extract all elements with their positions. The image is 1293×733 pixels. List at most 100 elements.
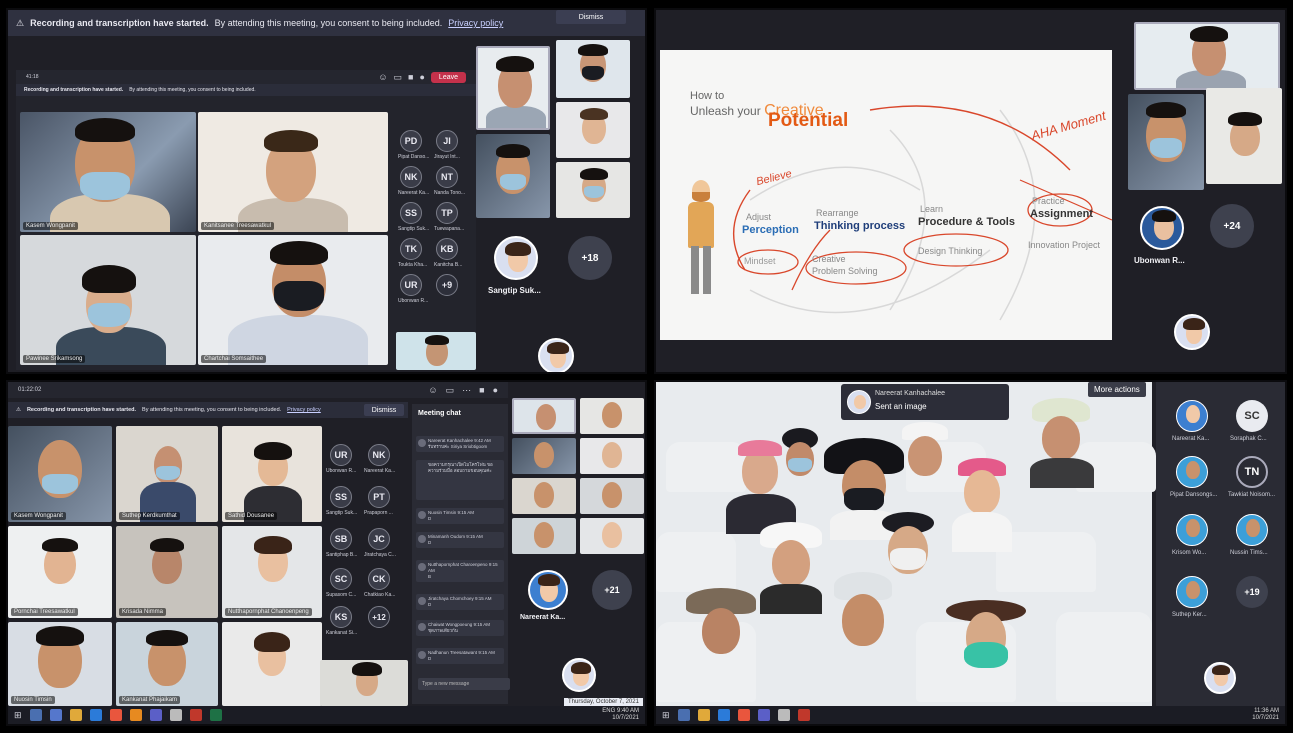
video-tile[interactable]: Kasem Wongpanit	[8, 426, 112, 522]
video-tile[interactable]: Kankanat Phajaikam	[116, 622, 218, 706]
overflow-participants-button[interactable]: +19	[1236, 576, 1268, 608]
participant-avatar[interactable]: NT	[436, 166, 458, 188]
participant-avatar[interactable]: TP	[436, 202, 458, 224]
ie-icon[interactable]	[717, 709, 730, 721]
participant-avatar[interactable]: KS	[330, 606, 352, 628]
dismiss-button[interactable]: Dismiss	[556, 10, 626, 24]
video-tile[interactable]	[222, 622, 322, 706]
participant-avatar[interactable]	[1176, 576, 1208, 608]
video-tile[interactable]: Nuosin Timsin	[8, 622, 112, 706]
app-icon[interactable]	[777, 709, 790, 721]
task-view-icon[interactable]	[29, 709, 42, 721]
video-tile[interactable]	[1206, 88, 1282, 184]
participants-icon[interactable]: ☺	[378, 72, 387, 82]
participant-avatar[interactable]: SS	[400, 202, 422, 224]
participant-avatar[interactable]: SB	[330, 528, 352, 550]
video-tile[interactable]	[580, 478, 644, 514]
chat-icon[interactable]: ▭	[446, 385, 455, 396]
video-tile[interactable]	[1128, 94, 1204, 190]
participant-avatar[interactable]: JI	[436, 130, 458, 152]
teams-icon[interactable]	[149, 709, 162, 721]
chat-icon[interactable]: ▭	[394, 72, 403, 83]
participant-avatar[interactable]: UR	[330, 444, 352, 466]
video-tile[interactable]	[580, 438, 644, 474]
camera-icon[interactable]: ■	[408, 72, 413, 82]
participant-avatar[interactable]: UR	[400, 274, 422, 296]
participant-avatar[interactable]: SC	[1236, 400, 1268, 432]
video-tile[interactable]	[556, 162, 630, 218]
video-tile[interactable]	[512, 518, 576, 554]
ie-icon[interactable]	[89, 709, 102, 721]
powerpoint-icon[interactable]	[189, 709, 202, 721]
participants-icon[interactable]: ☺	[428, 385, 437, 396]
participant-avatar[interactable]: PD	[400, 130, 422, 152]
participant-avatar[interactable]: SC	[330, 568, 352, 590]
participant-avatar[interactable]: CK	[368, 568, 390, 590]
video-tile[interactable]	[512, 438, 576, 474]
powerpoint-icon[interactable]	[797, 709, 810, 721]
chrome-icon[interactable]	[109, 709, 122, 721]
teams-icon[interactable]	[757, 709, 770, 721]
outlook-icon[interactable]	[129, 709, 142, 721]
mic-icon[interactable]: ●	[419, 72, 424, 82]
start-icon[interactable]: ⊞	[14, 710, 22, 721]
overflow-participants-button[interactable]: +24	[1210, 204, 1254, 248]
camera-icon[interactable]: ■	[479, 385, 484, 396]
video-tile[interactable]: Chartchai Somsaithee	[198, 235, 388, 365]
chat-message-input[interactable]: Type a new message	[418, 678, 510, 690]
participant-avatar[interactable]: SS	[330, 486, 352, 508]
video-tile[interactable]	[580, 398, 644, 434]
dismiss-button[interactable]: Dismiss	[364, 404, 404, 416]
more-icon[interactable]: ⋯	[462, 385, 471, 396]
participant-avatar[interactable]	[1236, 514, 1268, 546]
chat-notification[interactable]: Nareerat Kanhachalee Sent an image	[841, 384, 1009, 420]
chrome-icon[interactable]	[737, 709, 750, 721]
featured-participant-avatar[interactable]	[494, 236, 538, 280]
participant-avatar[interactable]: TK	[400, 238, 422, 260]
more-participants-button[interactable]: +12	[368, 606, 390, 628]
video-tile[interactable]: Kanitsanee Treesawatkul	[198, 112, 388, 232]
video-tile-active-speaker[interactable]	[476, 46, 550, 130]
participant-avatar[interactable]: TN	[1236, 456, 1268, 488]
app-icon[interactable]	[169, 709, 182, 721]
video-tile[interactable]	[580, 518, 644, 554]
participant-avatar[interactable]: NK	[368, 444, 390, 466]
video-tile[interactable]	[512, 478, 576, 514]
start-icon[interactable]: ⊞	[662, 710, 670, 721]
excel-icon[interactable]	[209, 709, 222, 721]
leave-button[interactable]: Leave	[430, 71, 466, 83]
video-tile-active-speaker[interactable]	[1134, 22, 1280, 90]
featured-participant-avatar[interactable]	[528, 570, 568, 610]
video-tile[interactable]: Krisada Nimma	[116, 526, 218, 618]
privacy-policy-link[interactable]: Privacy policy	[287, 407, 321, 413]
featured-participant-avatar[interactable]	[1140, 206, 1184, 250]
participant-avatar[interactable]: PT	[368, 486, 390, 508]
mic-icon[interactable]: ●	[493, 385, 498, 396]
video-tile[interactable]	[512, 398, 576, 434]
video-tile[interactable]	[320, 660, 408, 706]
video-tile[interactable]	[396, 332, 476, 370]
participant-avatar[interactable]	[1176, 456, 1208, 488]
participant-avatar[interactable]	[1176, 400, 1208, 432]
video-tile[interactable]	[556, 102, 630, 158]
edge-icon[interactable]	[49, 709, 62, 721]
video-tile[interactable]: Pornchai Treesawatkul	[8, 526, 112, 618]
more-participants-button[interactable]: +9	[436, 274, 458, 296]
video-tile[interactable]	[556, 40, 630, 98]
file-explorer-icon[interactable]	[697, 709, 710, 721]
language-indicator[interactable]: ENG	[602, 708, 615, 714]
video-tile[interactable]: Pawinee Srikamsong	[20, 235, 196, 365]
participant-avatar[interactable]: JC	[368, 528, 390, 550]
video-tile[interactable]: Sathid Dousanee	[222, 426, 322, 522]
video-tile[interactable]: Suthep Kerdkumthat	[116, 426, 218, 522]
overflow-participants-button[interactable]: +21	[592, 570, 632, 610]
participant-avatar[interactable]	[1176, 514, 1208, 546]
participant-avatar[interactable]: KB	[436, 238, 458, 260]
overflow-participants-button[interactable]: +18	[568, 236, 612, 280]
video-tile[interactable]: Nutthapornphat Chanoenpeng	[222, 526, 322, 618]
participant-avatar[interactable]: NK	[400, 166, 422, 188]
task-view-icon[interactable]	[677, 709, 690, 721]
file-explorer-icon[interactable]	[69, 709, 82, 721]
more-actions-button[interactable]: More actions	[1088, 382, 1146, 397]
video-tile[interactable]: Kasem Wongpanit	[20, 112, 196, 232]
